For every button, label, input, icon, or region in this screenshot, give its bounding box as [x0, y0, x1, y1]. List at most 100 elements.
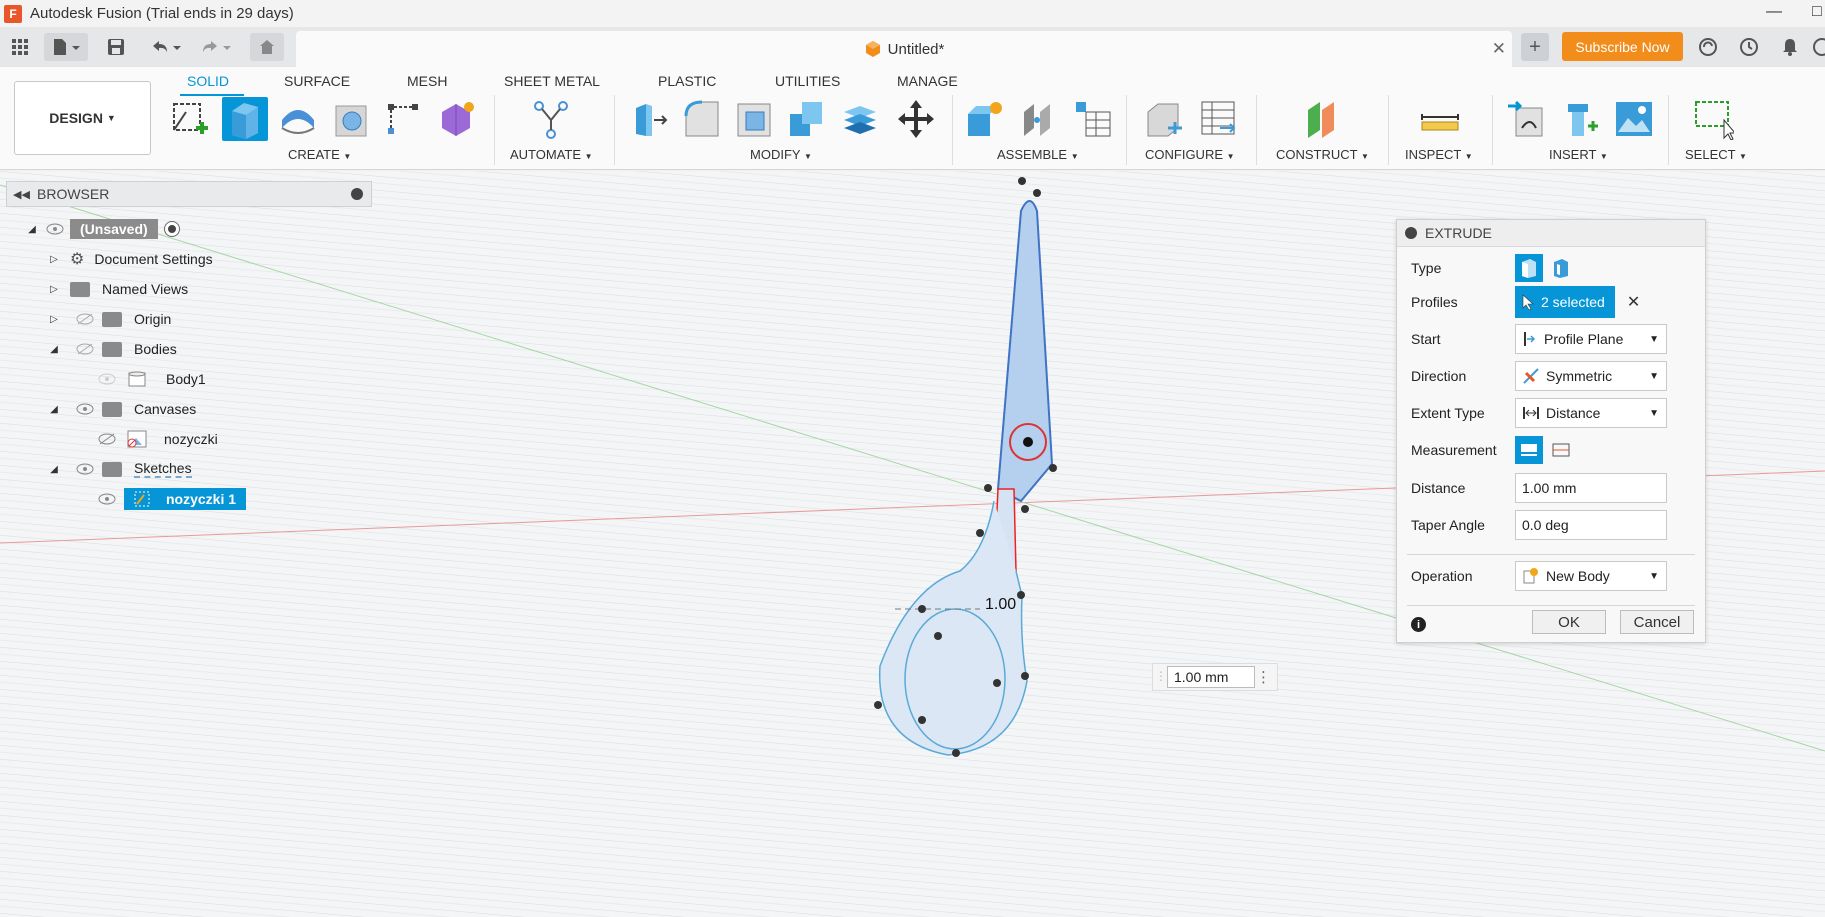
hidden-eye-icon[interactable]	[76, 313, 94, 325]
file-menu-icon[interactable]	[44, 33, 88, 61]
job-status-icon[interactable]	[1737, 33, 1761, 61]
close-tab-icon[interactable]: ✕	[1492, 39, 1506, 59]
split-body-icon[interactable]	[840, 98, 880, 140]
insert-mcmaster-icon[interactable]	[1560, 98, 1600, 140]
expand-triangle-icon[interactable]: ◢	[26, 224, 38, 235]
cancel-button[interactable]: Cancel	[1620, 610, 1694, 634]
operation-dropdown[interactable]: New Body ▼	[1515, 561, 1667, 591]
tree-item-document-settings[interactable]: ▷ ⚙ Document Settings	[48, 248, 213, 270]
offset-plane-icon[interactable]	[1302, 98, 1342, 140]
hidden-eye-icon[interactable]	[98, 433, 116, 445]
more-options-icon[interactable]: ⋮	[1256, 668, 1271, 686]
hole-icon[interactable]	[332, 98, 372, 140]
redo-icon[interactable]	[196, 33, 236, 61]
extrude-tool-active[interactable]	[222, 97, 268, 141]
collapse-browser-icon[interactable]: ◀◀	[13, 188, 30, 201]
tree-item-body1[interactable]: Body1	[98, 368, 206, 390]
drag-handle-icon[interactable]: ⋮	[1155, 669, 1167, 683]
insert-derive-icon[interactable]	[1506, 98, 1546, 140]
visibility-eye-icon[interactable]	[76, 403, 94, 415]
configure-group[interactable]: CONFIGURE ▼	[1145, 147, 1235, 162]
revolve-icon[interactable]	[278, 98, 318, 140]
start-dropdown[interactable]: Profile Plane ▼	[1515, 324, 1667, 354]
visibility-eye-icon[interactable]	[98, 373, 116, 385]
measurement-option-2-button[interactable]	[1547, 436, 1575, 464]
type-solid-button[interactable]	[1515, 254, 1543, 282]
expand-triangle-icon[interactable]: ▷	[48, 254, 60, 265]
taper-angle-input[interactable]: 0.0 deg	[1515, 510, 1667, 540]
visibility-eye-icon[interactable]	[98, 493, 116, 505]
configure-model-icon[interactable]	[1144, 98, 1184, 140]
configuration-table-icon[interactable]	[1198, 98, 1238, 140]
clear-selection-icon[interactable]: ✕	[1627, 292, 1640, 312]
measurement-option-1-button[interactable]	[1515, 436, 1543, 464]
select-box-icon[interactable]	[1694, 98, 1734, 140]
tree-item-canvas-nozyczki[interactable]: nozyczki	[98, 428, 218, 450]
select-group[interactable]: SELECT ▼	[1685, 147, 1747, 162]
visibility-eye-icon[interactable]	[76, 463, 94, 475]
collapse-dialog-icon[interactable]	[1405, 227, 1417, 239]
new-component-icon[interactable]	[964, 98, 1004, 140]
hidden-eye-icon[interactable]	[76, 343, 94, 355]
maximize-icon[interactable]: □	[1812, 3, 1822, 21]
home-icon[interactable]	[250, 33, 284, 61]
notifications-bell-icon[interactable]	[1778, 33, 1802, 61]
subscribe-now-button[interactable]: Subscribe Now	[1562, 32, 1683, 61]
minimize-icon[interactable]: —	[1766, 3, 1782, 21]
floating-distance-input[interactable]: 1.00 mm	[1167, 666, 1255, 688]
info-icon[interactable]: i	[1411, 617, 1426, 632]
profiles-selection-button[interactable]: 2 selected	[1515, 286, 1615, 318]
type-thin-button[interactable]	[1547, 254, 1575, 282]
automate-icon[interactable]	[531, 98, 571, 140]
workspace-switcher[interactable]: DESIGN ▼	[14, 81, 151, 155]
shell-icon[interactable]	[734, 98, 774, 140]
tree-item-named-views[interactable]: ▷ Named Views	[48, 278, 188, 300]
undo-icon[interactable]	[146, 33, 186, 61]
ok-button[interactable]: OK	[1532, 610, 1606, 634]
tab-utilities[interactable]: UTILITIES	[775, 73, 840, 89]
document-tab[interactable]: Untitled* ✕	[296, 31, 1512, 67]
help-icon[interactable]	[1812, 33, 1825, 61]
expand-triangle-icon[interactable]: ▷	[48, 314, 60, 325]
save-icon[interactable]	[104, 33, 128, 61]
tree-item-sketches[interactable]: ◢ Sketches	[48, 458, 192, 480]
distance-input[interactable]: 1.00 mm	[1515, 473, 1667, 503]
rectangular-pattern-icon[interactable]	[384, 98, 424, 140]
fillet-icon[interactable]	[682, 98, 722, 140]
new-tab-button[interactable]: +	[1521, 33, 1549, 61]
bill-of-materials-icon[interactable]	[1072, 98, 1112, 140]
extrude-dialog-header[interactable]: EXTRUDE	[1397, 220, 1705, 247]
insert-group[interactable]: INSERT ▼	[1549, 147, 1608, 162]
browser-minimize-icon[interactable]	[351, 188, 363, 200]
joint-icon[interactable]	[1018, 98, 1058, 140]
direction-dropdown[interactable]: Symmetric ▼	[1515, 361, 1667, 391]
assemble-group[interactable]: ASSEMBLE ▼	[997, 147, 1079, 162]
tree-item-bodies[interactable]: ◢ Bodies	[48, 338, 177, 360]
browser-panel-header[interactable]: ◀◀ BROWSER	[6, 181, 372, 207]
expand-triangle-icon[interactable]: ▷	[48, 284, 60, 295]
activate-component-icon[interactable]	[163, 221, 180, 237]
collapse-triangle-icon[interactable]: ◢	[48, 344, 60, 355]
extent-type-dropdown[interactable]: Distance ▼	[1515, 398, 1667, 428]
floating-distance-manipulator[interactable]: ⋮ 1.00 mm ⋮	[1152, 663, 1278, 691]
tab-mesh[interactable]: MESH	[407, 73, 447, 89]
tree-item-root[interactable]: ◢ (Unsaved)	[26, 218, 180, 240]
insert-canvas-icon[interactable]	[1614, 98, 1654, 140]
tab-plastic[interactable]: PLASTIC	[658, 73, 716, 89]
create-sketch-icon[interactable]	[170, 98, 210, 140]
construct-group[interactable]: CONSTRUCT ▼	[1276, 147, 1369, 162]
combine-icon[interactable]	[786, 98, 826, 140]
move-copy-icon[interactable]	[896, 98, 936, 140]
collapse-triangle-icon[interactable]: ◢	[48, 404, 60, 415]
tab-solid[interactable]: SOLID	[187, 73, 229, 89]
measure-icon[interactable]	[1420, 98, 1460, 140]
tab-manage[interactable]: MANAGE	[897, 73, 958, 89]
press-pull-icon[interactable]	[630, 98, 670, 140]
inspect-group[interactable]: INSPECT ▼	[1405, 147, 1473, 162]
tree-item-canvases[interactable]: ◢ Canvases	[48, 398, 196, 420]
modify-group[interactable]: MODIFY ▼	[750, 147, 812, 162]
tab-sheet-metal[interactable]: SHEET METAL	[504, 73, 600, 89]
create-group[interactable]: CREATE ▼	[288, 147, 351, 162]
sync-icon[interactable]	[1696, 33, 1720, 61]
tree-item-origin[interactable]: ▷ Origin	[48, 308, 171, 330]
